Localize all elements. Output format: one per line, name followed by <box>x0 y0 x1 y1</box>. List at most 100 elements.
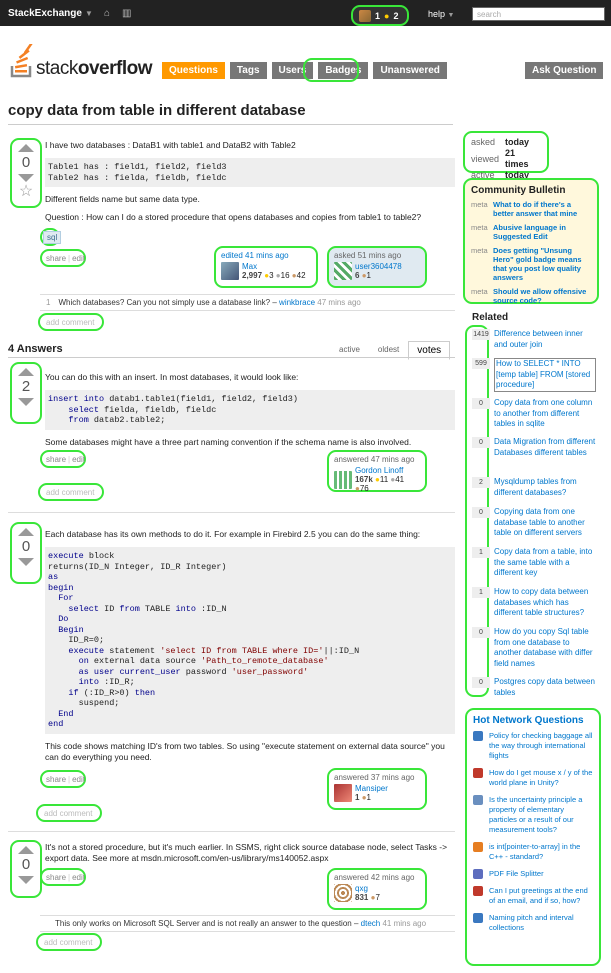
avatar[interactable] <box>334 784 352 802</box>
vote-down-icon[interactable] <box>18 558 34 566</box>
avatar[interactable] <box>359 9 371 22</box>
bulletin-link[interactable]: Should we allow offensive source code? <box>493 287 591 305</box>
edit-link[interactable]: edit <box>72 873 85 882</box>
add-comment-link[interactable]: add comment <box>38 313 104 331</box>
vote-up-icon[interactable] <box>18 368 34 376</box>
site-logo[interactable]: stackoverflow <box>8 40 158 82</box>
vote-down-icon[interactable] <box>18 876 34 884</box>
bulletin-link[interactable]: Abusive language in Suggested Edit <box>493 223 591 241</box>
hnq-link[interactable]: Can I put greetings at the end of an ema… <box>489 886 593 906</box>
related-item: 1 Copy data from a table, into the same t… <box>472 547 596 579</box>
related-link[interactable]: How to SELECT * INTO [temp table] FROM [… <box>494 358 596 392</box>
hnq-item: Is the uncertainty principle a property … <box>473 795 593 835</box>
comment-user[interactable]: winkbrace <box>279 298 315 307</box>
tag-sql[interactable]: sql <box>43 231 62 244</box>
user-name[interactable]: Mansiper <box>355 784 388 793</box>
question-body: I have two databases : DataB1 with table… <box>45 140 455 223</box>
avatar[interactable] <box>221 262 239 280</box>
answer-vote-cell: 0 <box>10 522 42 584</box>
inbox-icon[interactable]: ⌂ <box>104 8 122 19</box>
edit-link[interactable]: edit <box>72 254 85 263</box>
related-link[interactable]: How do you copy Sql table from one datab… <box>494 627 596 669</box>
avatar[interactable] <box>334 262 352 280</box>
question-title[interactable]: copy data from table in different databa… <box>8 102 306 119</box>
user-name[interactable]: user3604478 <box>355 262 402 271</box>
answerer-card: answered 47 mins ago Gordon Linoff 167k … <box>327 450 427 493</box>
add-comment-link[interactable]: add comment <box>36 804 102 822</box>
related-item: 0 Copy data from one column to another fr… <box>472 398 596 430</box>
achievements-icon[interactable]: ▥ <box>122 8 143 19</box>
related-link[interactable]: Mysqldump tables from different database… <box>494 477 596 498</box>
hnq-link[interactable]: PDF File Splitter <box>489 869 544 879</box>
related-item: 1419 Difference between inner and outer j… <box>472 329 596 350</box>
related-link[interactable]: Postgres copy data between tables <box>494 677 596 698</box>
edit-link[interactable]: edit <box>72 775 85 784</box>
user-name[interactable]: qxg <box>355 884 380 893</box>
favorite-star-icon[interactable]: ☆ <box>12 184 40 200</box>
related-item: 0 Data Migration from different Databases… <box>472 437 596 458</box>
site-icon <box>473 731 483 741</box>
ask-question-button[interactable]: Ask Question <box>525 62 604 79</box>
related-score: 599 <box>472 358 490 369</box>
hnq-link[interactable]: How do I get mouse x / y of the world pl… <box>489 768 593 788</box>
related-link[interactable]: Copy data from a table, into the same ta… <box>494 547 596 579</box>
user-rep-box[interactable]: 1 ● 2 <box>351 5 409 26</box>
related-score: 0 <box>472 398 490 409</box>
nav-unanswered[interactable]: Unanswered <box>373 62 447 79</box>
bulletin-item: meta Does getting "Unsung Hero" gold badg… <box>471 246 591 282</box>
share-link[interactable]: share <box>46 455 66 464</box>
stackexchange-menu[interactable]: StackExchange ▼ <box>8 8 93 19</box>
add-comment-link[interactable]: add comment <box>36 933 102 951</box>
related-item: 0 How do you copy Sql table from one data… <box>472 627 596 669</box>
avatar[interactable] <box>334 884 352 902</box>
vote-down-icon[interactable] <box>18 398 34 406</box>
paragraph: Question : How can I do a stored procedu… <box>45 212 422 222</box>
nav-questions[interactable]: Questions <box>162 62 225 79</box>
vote-up-icon[interactable] <box>18 528 34 536</box>
related-link[interactable]: Copy data from one column to another fro… <box>494 398 596 430</box>
vote-up-icon[interactable] <box>18 846 34 854</box>
share-link[interactable]: share <box>46 775 66 784</box>
search-input[interactable]: search <box>472 7 605 21</box>
code-block: Table1 has : field1, field2, field3 Tabl… <box>45 158 455 187</box>
edit-link[interactable]: edit <box>72 455 85 464</box>
user-name[interactable]: Gordon Linoff <box>355 466 420 475</box>
add-comment-link[interactable]: add comment <box>38 483 104 501</box>
vote-up-icon[interactable] <box>18 144 34 152</box>
divider <box>40 915 455 916</box>
divider <box>8 831 455 832</box>
help-menu[interactable]: help ▼ <box>428 9 454 19</box>
badge-dot-icon: ● <box>384 10 390 21</box>
related-link[interactable]: How to copy data between databases which… <box>494 587 596 619</box>
hnq-link[interactable]: Naming pitch and interval collections <box>489 913 593 933</box>
stackoverflow-logo-icon <box>10 44 33 78</box>
hnq-link[interactable]: Is the uncertainty principle a property … <box>489 795 593 835</box>
user-name[interactable]: Max <box>242 262 306 271</box>
answer-body: You can do this with an insert. In most … <box>45 372 455 448</box>
related-link[interactable]: Copying data from one database table to … <box>494 507 596 539</box>
nav-tags[interactable]: Tags <box>229 62 267 79</box>
bulletin-link[interactable]: What to do if there's a better answer th… <box>493 200 591 218</box>
answer-vote-cell: 2 <box>10 362 42 424</box>
avatar[interactable] <box>334 470 352 489</box>
answers-count-heading: 4 Answers <box>8 343 63 355</box>
related-link[interactable]: Data Migration from different Databases … <box>494 437 596 458</box>
related-item: 2 Mysqldump tables from different databas… <box>472 477 596 498</box>
hnq-title[interactable]: Hot Network Questions <box>473 715 593 726</box>
comment-user[interactable]: dtech <box>361 919 381 928</box>
chevron-down-icon: ▼ <box>447 12 455 19</box>
share-link[interactable]: share <box>46 873 66 882</box>
comment-time: 41 mins ago <box>382 919 427 928</box>
related-score: 0 <box>472 507 490 518</box>
paragraph: Each database has its own methods to do … <box>45 529 421 539</box>
bulletin-link[interactable]: Does getting "Unsung Hero" gold badge me… <box>493 246 591 282</box>
vote-down-icon[interactable] <box>18 174 34 182</box>
hnq-link[interactable]: Policy for checking baggage all the way … <box>489 731 593 761</box>
user-rep: 831 <box>355 893 369 902</box>
comment: This only works on Microsoft SQL Server … <box>55 919 426 928</box>
related-link[interactable]: Difference between inner and outer join <box>494 329 596 350</box>
share-link[interactable]: share <box>46 254 66 263</box>
edited-time[interactable]: edited 41 mins ago <box>221 251 311 260</box>
paragraph: I have two databases : DataB1 with table… <box>45 140 296 150</box>
hnq-link[interactable]: is int[pointer-to-array] in the C++ - st… <box>489 842 593 862</box>
